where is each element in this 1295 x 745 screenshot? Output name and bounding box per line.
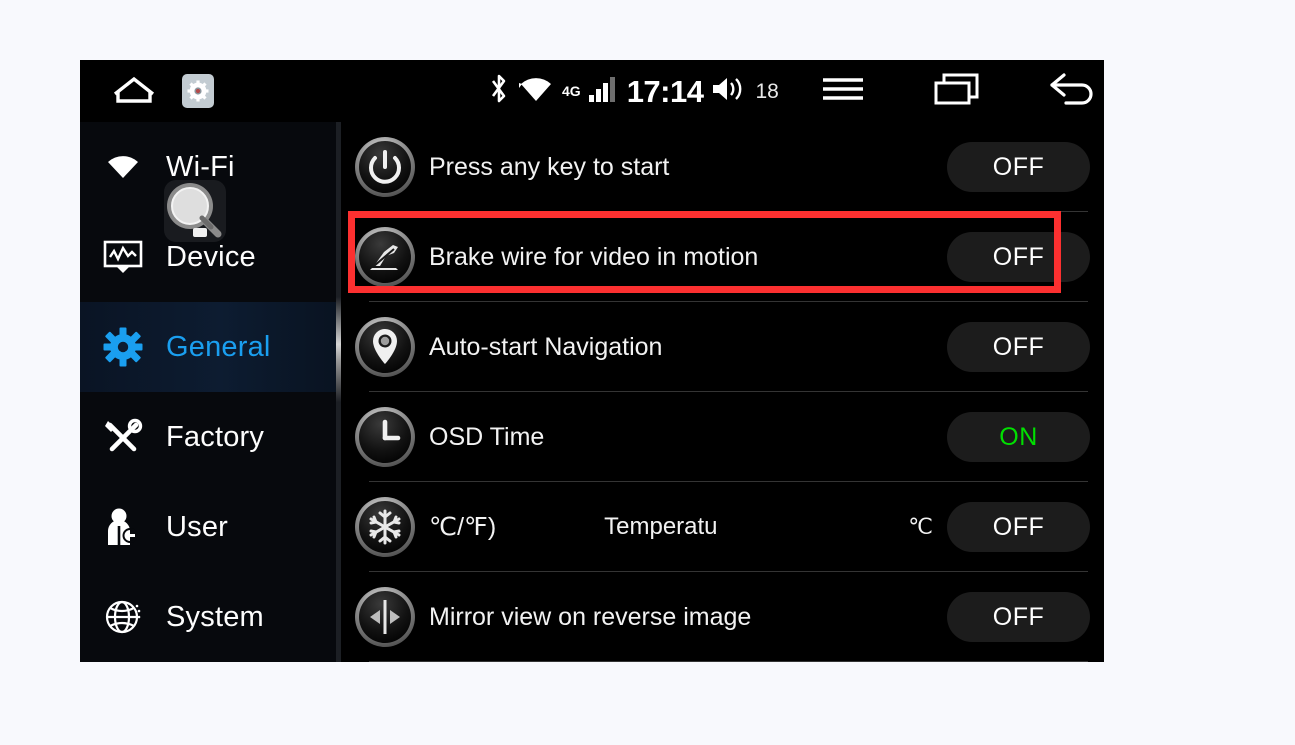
sidebar-item-user[interactable]: User [80, 482, 336, 572]
row-separator [369, 661, 1088, 662]
sidebar-item-label: Factory [166, 420, 265, 453]
mirror-arrows-icon [341, 586, 429, 648]
settings-row-label: Press any key to start [429, 152, 670, 181]
volume-level-label: 18 [755, 79, 779, 103]
settings-row-label: OSD Time [429, 422, 545, 451]
temperature-middle-label: Temperatu [604, 513, 718, 540]
sidebar-item-system[interactable]: System [80, 572, 336, 662]
clock-icon [341, 406, 429, 468]
device-body: Wi-Fi Device General Factory User System… [80, 122, 1104, 662]
snowflake-icon [341, 496, 429, 558]
sidebar-item-label: Device [166, 240, 256, 273]
wifi-icon [518, 75, 554, 108]
toggle-state-label: OFF [992, 152, 1045, 181]
settings-row-temperature-unit[interactable]: ℃/℉) Temperatu ℃ OFF [341, 482, 1104, 572]
menu-icon[interactable] [820, 73, 866, 110]
home-icon[interactable] [112, 74, 156, 109]
map-pin-icon [341, 316, 429, 378]
status-bar-left-group [80, 74, 214, 109]
settings-row-brake-wire[interactable]: Brake wire for video in motion OFF [341, 212, 1104, 302]
settings-list: Press any key to start OFF Brake wire fo… [341, 122, 1104, 662]
magnifier-cursor-icon [164, 180, 226, 242]
gear-icon [80, 327, 166, 367]
toggle-temperature-unit[interactable]: OFF [947, 502, 1090, 552]
toggle-state-label: ON [999, 422, 1038, 451]
settings-row-osd-time[interactable]: OSD Time ON [341, 392, 1104, 482]
settings-row-label: Brake wire for video in motion [429, 242, 759, 271]
toggle-brake-wire[interactable]: OFF [947, 232, 1090, 282]
toggle-state-label: OFF [992, 512, 1045, 541]
toggle-osd-time[interactable]: ON [947, 412, 1090, 462]
settings-row-press-any-key[interactable]: Press any key to start OFF [341, 122, 1104, 212]
status-bar-right-group [820, 60, 1098, 122]
clock-label: 17:14 [626, 73, 704, 109]
tools-icon [80, 417, 166, 457]
toggle-state-label: OFF [992, 242, 1045, 271]
settings-row-autostart-navigation[interactable]: Auto-start Navigation OFF [341, 302, 1104, 392]
settings-row-label: Auto-start Navigation [429, 332, 663, 361]
globe-icon [80, 598, 166, 636]
bluetooth-icon [488, 72, 510, 111]
toggle-autostart-navigation[interactable]: OFF [947, 322, 1090, 372]
sidebar-item-label: System [166, 600, 264, 633]
toggle-press-any-key[interactable]: OFF [947, 142, 1090, 192]
power-button-icon [341, 136, 429, 198]
volume-icon[interactable] [711, 75, 745, 108]
settings-row-mirror-view[interactable]: Mirror view on reverse image OFF [341, 572, 1104, 662]
toggle-state-label: OFF [992, 332, 1045, 361]
sidebar-item-general[interactable]: General [80, 302, 336, 392]
status-bar: 4G 17:14 18 [80, 60, 1104, 122]
back-arrow-icon[interactable] [1048, 71, 1098, 112]
recent-apps-icon[interactable] [932, 72, 982, 111]
handbrake-icon [341, 226, 429, 288]
status-bar-center-group: 4G 17:14 18 [488, 60, 779, 122]
signal-bars-icon [588, 76, 619, 107]
wifi-settings-icon [80, 151, 166, 183]
device-monitor-icon [80, 239, 166, 275]
sidebar-item-label: User [166, 510, 229, 543]
toggle-mirror-view[interactable]: OFF [947, 592, 1090, 642]
network-type-label: 4G [562, 83, 581, 99]
settings-row-label: Mirror view on reverse image [429, 602, 752, 631]
sidebar-item-label: General [166, 330, 271, 363]
device-screen: 4G 17:14 18 Wi-Fi Device General Factory… [80, 60, 1104, 662]
sidebar-item-factory[interactable]: Factory [80, 392, 336, 482]
page-root: 4G 17:14 18 Wi-Fi Device General Factory… [0, 0, 1295, 745]
settings-row-label: ℃/℉) [429, 513, 497, 541]
user-icon [80, 507, 166, 547]
toggle-state-label: OFF [992, 602, 1045, 631]
temperature-unit-label: ℃ [908, 514, 933, 539]
gear-icon[interactable] [182, 74, 214, 108]
sidebar-item-label: Wi-Fi [166, 150, 235, 183]
